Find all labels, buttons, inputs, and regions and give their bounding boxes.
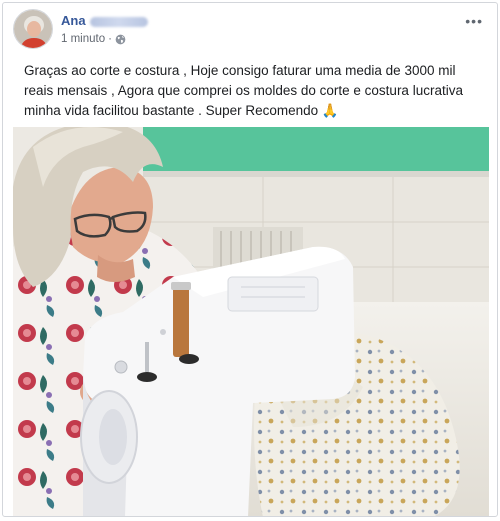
post-meta: 1 minuto · (61, 33, 126, 45)
blurred-surname (89, 16, 148, 27)
globe-icon[interactable] (115, 34, 126, 45)
more-options-icon[interactable]: ••• (465, 13, 483, 29)
post-text: Graças ao corte e costura , Hoje consigo… (24, 63, 463, 118)
meta-separator: · (108, 33, 112, 45)
post-timestamp[interactable]: 1 minuto (61, 33, 105, 45)
facebook-post: Ana 1 minuto · ••• Graças ao corte e cos… (2, 2, 498, 517)
author-avatar[interactable] (13, 9, 53, 49)
author-name-link[interactable]: Ana (61, 13, 148, 28)
author-name[interactable]: Ana (61, 13, 86, 28)
post-photo[interactable] (13, 127, 489, 516)
